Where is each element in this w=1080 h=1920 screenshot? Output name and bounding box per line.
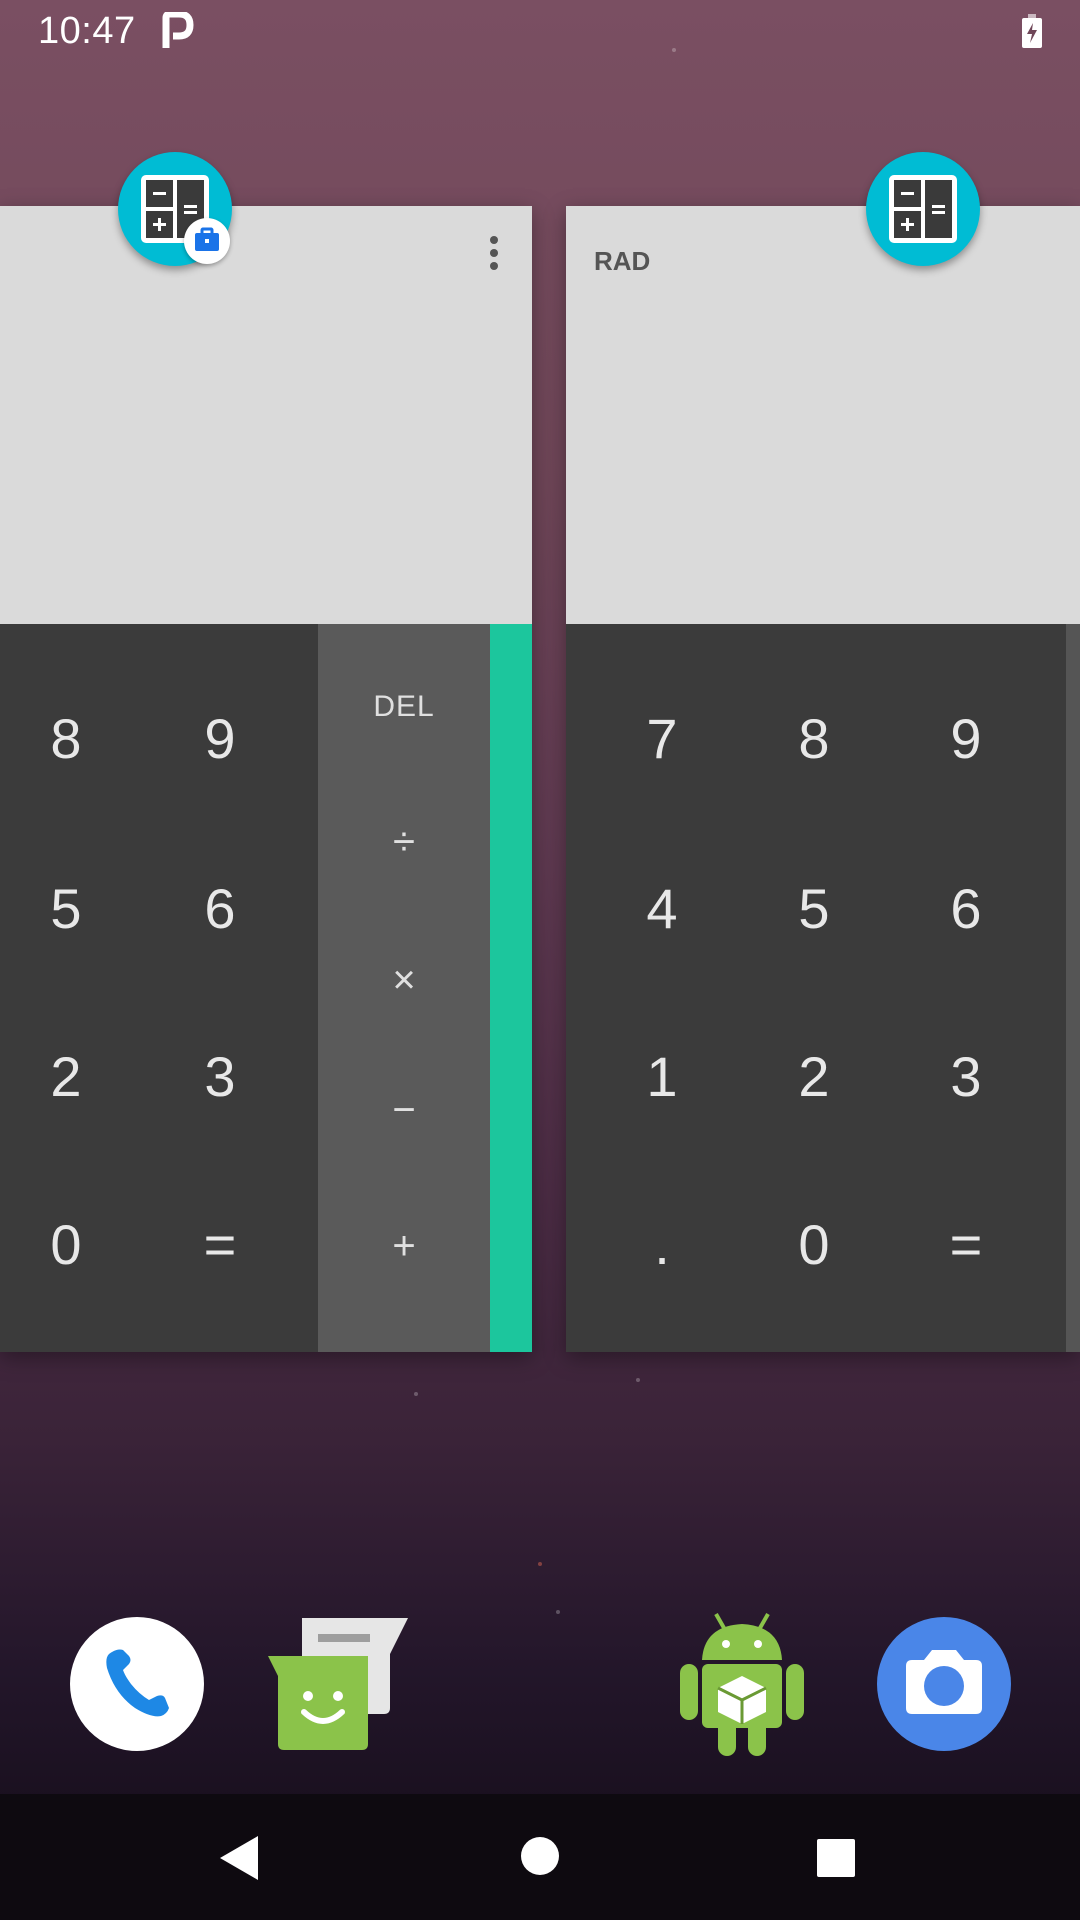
key-4[interactable]: 4 bbox=[602, 874, 722, 944]
operator-panel-edge bbox=[1066, 624, 1080, 1352]
plus-button[interactable]: + bbox=[318, 1224, 490, 1269]
key-2[interactable]: 2 bbox=[6, 1042, 126, 1112]
recent-task-card-calculator[interactable]: RAD 7 8 9 4 5 6 1 2 3 . 0 = bbox=[566, 206, 1080, 1352]
calculator-keypad: 8 9 5 6 2 3 0 = DEL ÷ × − + bbox=[0, 624, 532, 1352]
status-bar: 10:47 bbox=[0, 0, 1080, 64]
minus-button[interactable]: − bbox=[318, 1088, 490, 1133]
calculator-display: RAD bbox=[566, 206, 1080, 624]
key-6[interactable]: 6 bbox=[906, 874, 1026, 944]
key-equals[interactable]: = bbox=[906, 1210, 1026, 1280]
back-icon[interactable] bbox=[216, 1834, 260, 1882]
key-8[interactable]: 8 bbox=[6, 704, 126, 774]
recents-icon[interactable] bbox=[816, 1838, 856, 1878]
key-5[interactable]: 5 bbox=[6, 874, 126, 944]
key-3[interactable]: 3 bbox=[906, 1042, 1026, 1112]
key-0[interactable]: 0 bbox=[6, 1210, 126, 1280]
advanced-panel-handle[interactable] bbox=[490, 624, 532, 1352]
navigation-bar bbox=[0, 1794, 1080, 1920]
calculator-display bbox=[0, 206, 532, 624]
wallpaper-star bbox=[636, 1378, 640, 1382]
wallpaper-star bbox=[556, 1610, 560, 1614]
more-vert-icon[interactable] bbox=[484, 236, 504, 276]
key-6[interactable]: 6 bbox=[160, 874, 280, 944]
status-time: 10:47 bbox=[38, 10, 136, 52]
android-cube-icon[interactable] bbox=[674, 1608, 810, 1758]
operator-panel: DEL ÷ × − + bbox=[318, 624, 490, 1352]
battery-charging-icon bbox=[1022, 14, 1042, 48]
key-7[interactable]: 7 bbox=[602, 704, 722, 774]
calculator-keypad: 7 8 9 4 5 6 1 2 3 . 0 = bbox=[566, 624, 1080, 1352]
angle-mode-label: RAD bbox=[594, 246, 651, 276]
key-decimal[interactable]: . bbox=[602, 1210, 722, 1280]
key-8[interactable]: 8 bbox=[754, 704, 874, 774]
key-9[interactable]: 9 bbox=[906, 704, 1026, 774]
recent-task-card-calculator-work[interactable]: 8 9 5 6 2 3 0 = DEL ÷ × − + bbox=[0, 206, 532, 1352]
key-2[interactable]: 2 bbox=[754, 1042, 874, 1112]
key-1[interactable]: 1 bbox=[602, 1042, 722, 1112]
calculator-icon[interactable] bbox=[866, 152, 980, 266]
camera-icon[interactable] bbox=[876, 1616, 1012, 1752]
delete-button[interactable]: DEL bbox=[318, 690, 490, 724]
wallpaper-star bbox=[414, 1392, 418, 1396]
home-icon[interactable] bbox=[520, 1836, 560, 1876]
messaging-icon[interactable] bbox=[264, 1616, 408, 1752]
multiply-button[interactable]: × bbox=[318, 958, 490, 1003]
key-3[interactable]: 3 bbox=[160, 1042, 280, 1112]
key-5[interactable]: 5 bbox=[754, 874, 874, 944]
parking-p-icon bbox=[162, 12, 194, 48]
wallpaper-star bbox=[538, 1562, 542, 1566]
divide-button[interactable]: ÷ bbox=[318, 820, 490, 865]
key-9[interactable]: 9 bbox=[160, 704, 280, 774]
key-0[interactable]: 0 bbox=[754, 1210, 874, 1280]
key-equals[interactable]: = bbox=[160, 1210, 280, 1280]
work-briefcase-icon bbox=[184, 218, 230, 264]
phone-icon[interactable] bbox=[69, 1616, 205, 1752]
